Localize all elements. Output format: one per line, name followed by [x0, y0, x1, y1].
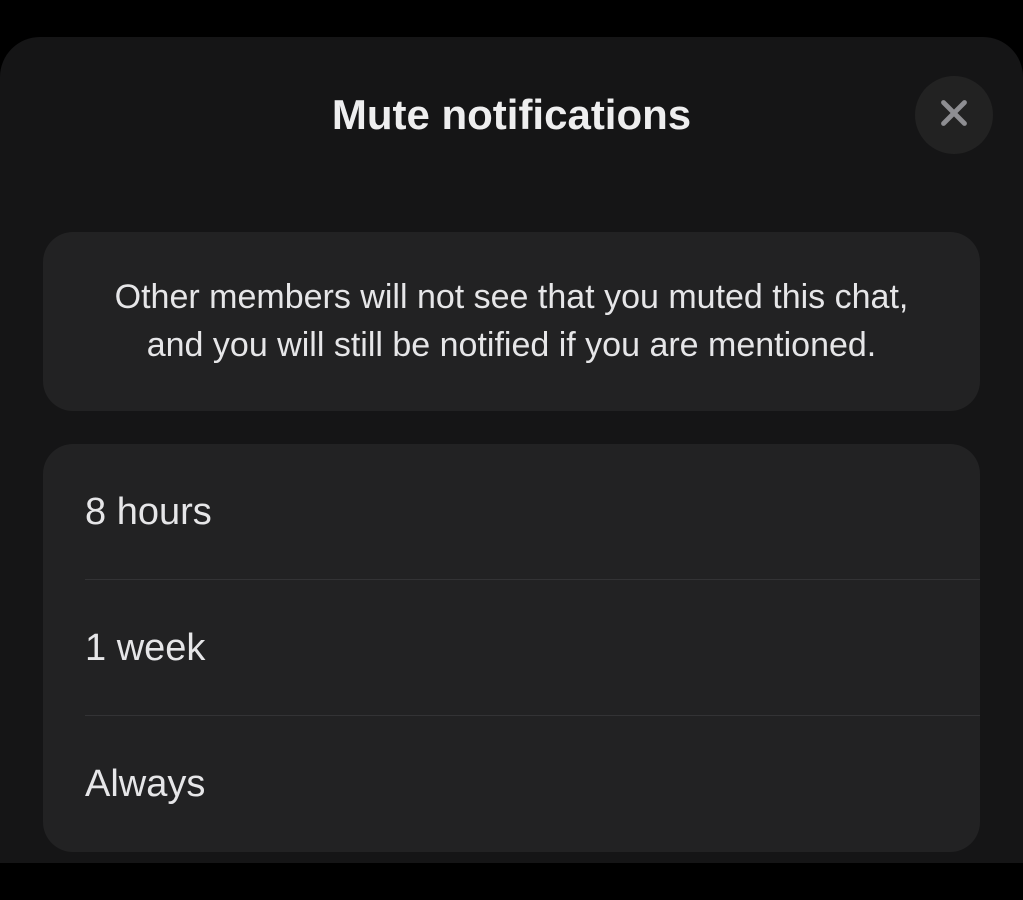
option-8-hours[interactable]: 8 hours	[43, 444, 980, 580]
close-button[interactable]	[915, 76, 993, 154]
info-card: Other members will not see that you mute…	[43, 232, 980, 411]
modal-title: Mute notifications	[332, 91, 691, 139]
option-label: Always	[85, 763, 205, 806]
options-list: 8 hours 1 week Always	[43, 444, 980, 852]
option-always[interactable]: Always	[43, 716, 980, 852]
option-1-week[interactable]: 1 week	[43, 580, 980, 716]
close-icon	[936, 95, 972, 134]
mute-notifications-modal: Mute notifications Other members will no…	[0, 37, 1023, 863]
info-text: Other members will not see that you mute…	[93, 274, 930, 369]
modal-header: Mute notifications	[0, 37, 1023, 192]
option-label: 1 week	[85, 627, 205, 670]
option-label: 8 hours	[85, 491, 212, 534]
